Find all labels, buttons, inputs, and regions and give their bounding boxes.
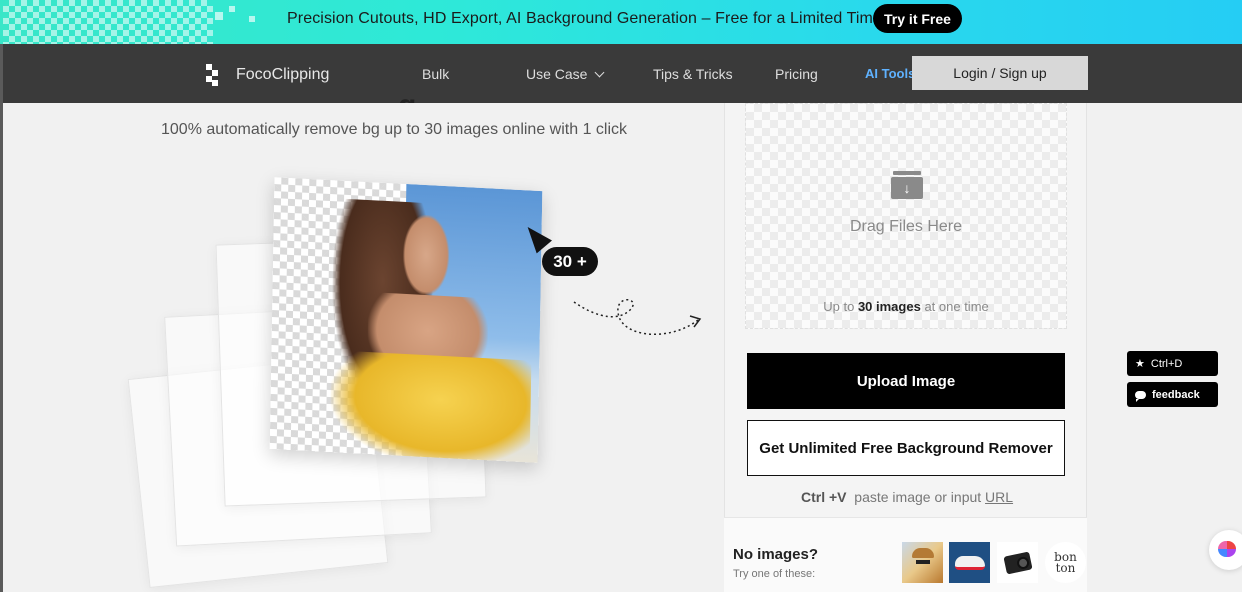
paste-hint: Ctrl +V paste image or input URL: [801, 489, 1013, 505]
chat-bubble-icon: [1135, 390, 1146, 402]
star-icon: ★: [1135, 358, 1145, 370]
logo-icon: [206, 64, 226, 86]
drop-limit-count: 30 images: [857, 299, 921, 314]
brain-icon: [1218, 541, 1236, 557]
hero-subtitle: 100% automatically remove bg up to 30 im…: [161, 121, 628, 138]
paste-shortcut: Ctrl +V: [801, 489, 847, 505]
drop-limit-prefix: Up to: [823, 299, 855, 314]
nav-use-case[interactable]: Use Case: [526, 66, 605, 82]
nav-tips-tricks[interactable]: Tips & Tricks: [653, 66, 733, 82]
drop-limit: Up to 30 images at one time: [746, 299, 1066, 314]
samples-title: No images?: [733, 546, 819, 563]
yellow-towel: [329, 350, 532, 463]
sample-thumb-shoes[interactable]: [949, 542, 990, 583]
brand-thumb-text: bon ton: [1054, 549, 1077, 575]
sample-thumb-logo[interactable]: bon ton: [1045, 542, 1086, 583]
woman-face: [402, 213, 450, 297]
sample-thumb-woman[interactable]: [902, 542, 943, 583]
sample-images: No images? Try one of these: bon ton: [724, 517, 1087, 592]
bookmark-shortcut-label: Ctrl+D: [1150, 357, 1183, 370]
paste-text: paste image or input: [854, 489, 982, 505]
nav-pricing[interactable]: Pricing: [775, 66, 818, 82]
samples-subtitle: Try one of these:: [733, 568, 816, 580]
chevron-down-icon: [595, 67, 605, 78]
assistant-button[interactable]: [1209, 530, 1242, 570]
feedback-button[interactable]: feedback: [1127, 382, 1218, 407]
unlimited-remover-button[interactable]: Get Unlimited Free Background Remover: [747, 420, 1065, 476]
hero-title: g: [398, 91, 416, 103]
dotted-arrow-icon: [573, 299, 702, 336]
promo-banner: Precision Cutouts, HD Export, AI Backgro…: [0, 0, 1242, 44]
promo-text: Precision Cutouts, HD Export, AI Backgro…: [287, 10, 882, 27]
pixel-pattern: [3, 0, 263, 44]
download-tray-icon: ↓: [891, 171, 923, 199]
nav-ai-tools-label: AI Tools: [865, 66, 916, 81]
nav-use-case-label: Use Case: [526, 66, 588, 82]
upload-image-button[interactable]: Upload Image: [747, 353, 1065, 409]
sample-thumb-camera[interactable]: [997, 542, 1038, 583]
woman-photo-card: [269, 177, 543, 463]
nav-bulk[interactable]: Bulk: [422, 66, 449, 82]
feedback-label: feedback: [1152, 388, 1200, 401]
login-signup-button[interactable]: Login / Sign up: [912, 56, 1088, 90]
url-link[interactable]: URL: [985, 489, 1013, 505]
drop-zone[interactable]: ↓ Drag Files Here Up to 30 images at one…: [745, 103, 1067, 329]
count-badge: 30 +: [542, 247, 598, 276]
bookmark-shortcut[interactable]: ★ Ctrl+D: [1127, 351, 1218, 376]
logo[interactable]: FocoClipping: [206, 64, 329, 86]
drop-title: Drag Files Here: [849, 218, 963, 235]
navbar: FocoClipping Bulk Use Case Tips & Tricks…: [3, 44, 1242, 103]
logo-text: FocoClipping: [236, 66, 330, 83]
try-it-free-button[interactable]: Try it Free: [873, 4, 962, 33]
hero-illustration: 30 +: [127, 177, 730, 592]
drop-limit-suffix: at one time: [924, 299, 989, 314]
